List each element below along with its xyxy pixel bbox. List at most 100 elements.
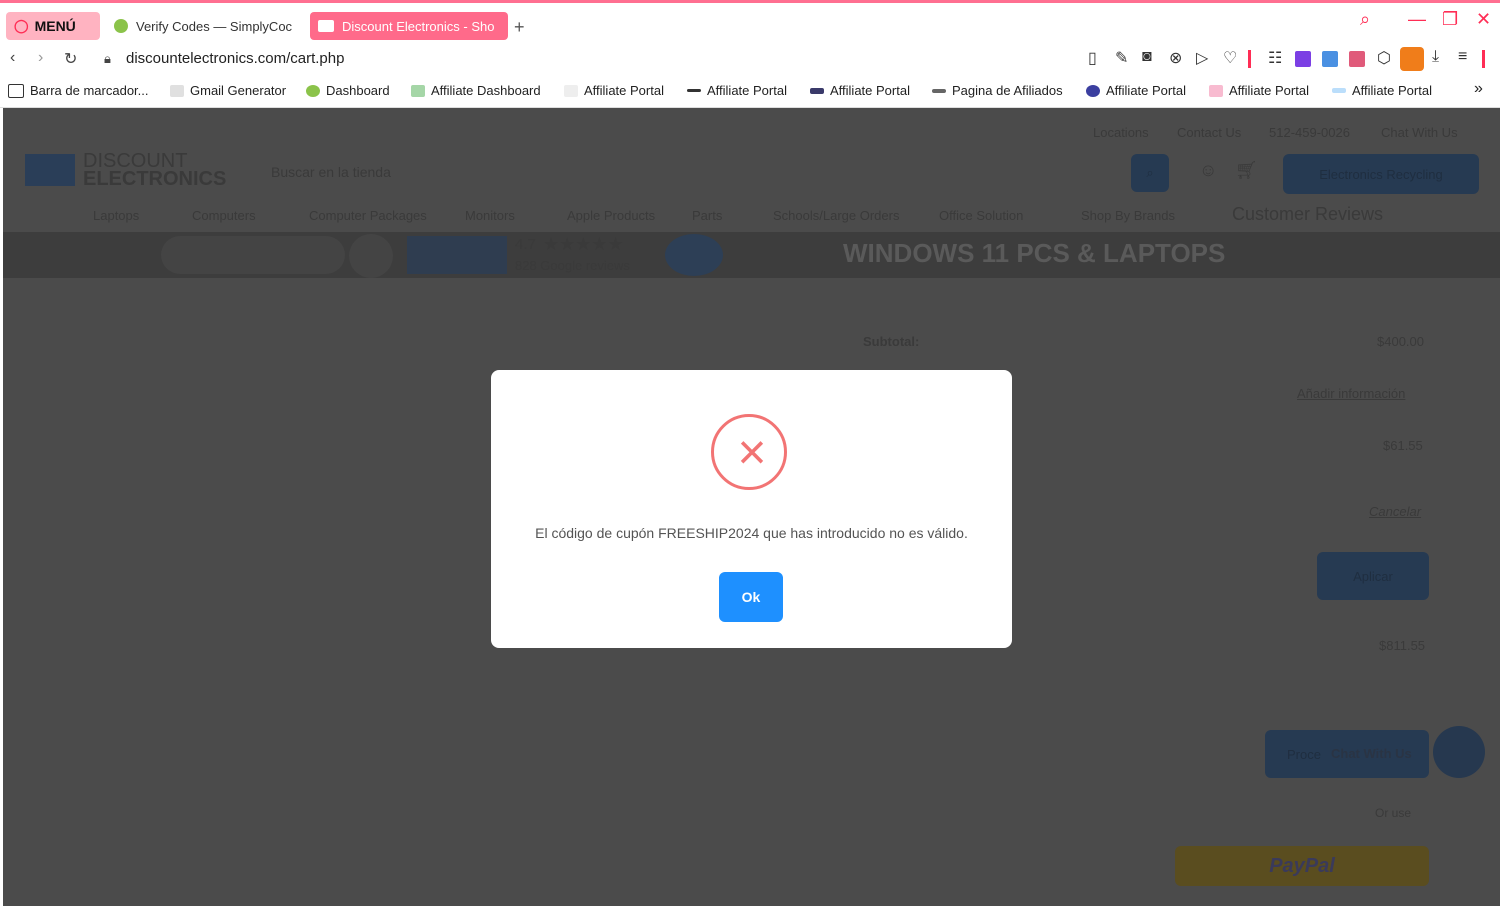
- extension-a-icon[interactable]: [1295, 51, 1311, 67]
- nav-monitors[interactable]: Monitors: [465, 208, 515, 223]
- nav-reviews[interactable]: Customer Reviews: [1232, 204, 1383, 225]
- portal-icon: [1332, 88, 1346, 93]
- tax-value: $61.55: [1383, 438, 1423, 453]
- menu-lines-icon[interactable]: ≡: [1458, 48, 1467, 66]
- camera-icon[interactable]: ◙: [1142, 48, 1152, 66]
- search-button[interactable]: ⌕: [1131, 154, 1169, 192]
- or-use-text: Or use: [1375, 806, 1412, 820]
- chat-link[interactable]: Chat With Us: [1381, 125, 1458, 140]
- nav-office[interactable]: Office Solution: [939, 208, 1023, 223]
- minimize-icon[interactable]: —: [1408, 9, 1426, 30]
- shield-icon[interactable]: ⊗: [1169, 48, 1182, 68]
- address-bar: ‹ › ↻ 🔒︎ discountelectronics.com/cart.ph…: [0, 41, 1500, 77]
- opera-logo-icon: ◯: [14, 18, 29, 33]
- edit-icon[interactable]: ✎: [1115, 48, 1128, 68]
- cube-icon[interactable]: ⬡: [1377, 48, 1391, 68]
- stars-icon: ★★★★★: [543, 234, 624, 254]
- heart-icon[interactable]: ♡: [1223, 48, 1237, 68]
- url-field[interactable]: discountelectronics.com/cart.php: [126, 50, 344, 67]
- account-icon[interactable]: ☺: [1199, 160, 1217, 181]
- error-message: El código de cupón FREESHIP2024 que has …: [535, 525, 968, 541]
- download-icon[interactable]: ⤓: [1432, 48, 1439, 66]
- award-badge: [665, 234, 723, 276]
- portal-icon: [932, 88, 946, 93]
- promo-banner: 4.7 ★★★★★ 828 Google reviews WINDOWS 11 …: [3, 232, 1500, 278]
- nav-schools[interactable]: Schools/Large Orders: [773, 208, 899, 223]
- lock-icon: 🔒︎: [104, 51, 111, 66]
- gmail-icon: [170, 84, 184, 97]
- search-tabs-icon[interactable]: ⌕: [1360, 9, 1370, 30]
- search-input[interactable]: Buscar en la tienda: [271, 164, 391, 180]
- error-x-icon: ×: [737, 424, 767, 480]
- bookmark-item[interactable]: Affiliate Portal: [687, 83, 787, 98]
- nav-brands[interactable]: Shop By Brands: [1081, 208, 1175, 223]
- tab-verify-codes[interactable]: Verify Codes — SimplyCoc: [106, 12, 302, 40]
- apply-button[interactable]: Aplicar: [1317, 552, 1429, 600]
- browser-tab-bar: ◯ MENÚ Verify Codes — SimplyCoc Discount…: [0, 0, 1500, 41]
- folder-icon: [8, 83, 24, 98]
- new-tab-button[interactable]: +: [514, 17, 525, 38]
- portal-icon: [810, 87, 824, 94]
- bookmark-item[interactable]: Affiliate Portal: [1209, 83, 1309, 98]
- proceed-label: Proce: [1287, 746, 1321, 762]
- bookmark-item[interactable]: Affiliate Dashboard: [411, 83, 541, 98]
- add-info-link[interactable]: Añadir información: [1297, 386, 1405, 401]
- maximize-icon[interactable]: ❐: [1442, 9, 1458, 30]
- banner-title: WINDOWS 11 PCS & LAPTOPS: [843, 238, 1226, 268]
- extension-robot-icon[interactable]: [1349, 51, 1365, 67]
- cart-icon[interactable]: 🛒︎: [1235, 160, 1258, 181]
- bookmark-item[interactable]: Barra de marcador...: [8, 83, 149, 98]
- as-seen-on-badge: [161, 236, 345, 274]
- paypal-button[interactable]: PayPal: [1175, 846, 1429, 886]
- ok-button[interactable]: Ok: [719, 572, 783, 622]
- bookmark-item[interactable]: Affiliate Portal: [564, 83, 664, 98]
- bookmarks-bar: Barra de marcador... Gmail Generator Das…: [0, 77, 1500, 108]
- reader-icon[interactable]: ▯: [1088, 48, 1097, 68]
- bookmarks-overflow-icon[interactable]: »: [1474, 80, 1483, 98]
- dashboard-icon: [411, 84, 425, 97]
- simplycodes-icon: [114, 19, 128, 33]
- forward-icon[interactable]: ›: [38, 49, 43, 67]
- phone-link[interactable]: 512-459-0026: [1269, 125, 1350, 140]
- nav-computers[interactable]: Computers: [192, 208, 256, 223]
- nav-apple[interactable]: Apple Products: [567, 208, 655, 223]
- contact-link[interactable]: Contact Us: [1177, 125, 1241, 140]
- portal-icon: [1086, 84, 1100, 97]
- de-favicon-icon: [318, 20, 334, 32]
- reviews-count: 828 Google reviews: [515, 258, 630, 273]
- nav-laptops[interactable]: Laptops: [93, 208, 139, 223]
- nav-packages[interactable]: Computer Packages: [309, 208, 427, 223]
- bookmark-item[interactable]: Affiliate Portal: [1332, 83, 1432, 98]
- recycling-button[interactable]: Electronics Recycling: [1283, 154, 1479, 194]
- divider: [1482, 50, 1485, 68]
- logo-mark: [25, 154, 75, 186]
- divider: [1248, 50, 1251, 68]
- portal-icon: [564, 84, 578, 97]
- bookmark-item[interactable]: Gmail Generator: [170, 83, 286, 98]
- bookmark-item[interactable]: Dashboard: [306, 83, 390, 98]
- tab-active-label: Discount Electronics - Sho: [342, 18, 495, 34]
- tab-verify-label: Verify Codes — SimplyCoc: [136, 18, 293, 34]
- logo-line2: ELECTRONICS: [83, 168, 227, 190]
- profile-avatar[interactable]: [1400, 47, 1424, 71]
- close-window-icon[interactable]: ✕: [1476, 9, 1491, 30]
- simplycodes-icon: [306, 84, 320, 97]
- chat-widget-label[interactable]: Chat With Us: [1331, 746, 1412, 761]
- tab-discount-electronics[interactable]: Discount Electronics - Sho: [310, 12, 508, 40]
- bookmark-item[interactable]: Affiliate Portal: [1086, 83, 1186, 98]
- back-icon[interactable]: ‹: [10, 49, 15, 67]
- nav-parts[interactable]: Parts: [692, 208, 722, 223]
- reload-icon[interactable]: ↻: [64, 49, 77, 69]
- extension-list-icon[interactable]: ☷: [1268, 48, 1282, 68]
- menu-label: MENÚ: [34, 18, 76, 34]
- cancel-link[interactable]: Cancelar: [1369, 504, 1421, 519]
- send-icon[interactable]: ▷: [1196, 48, 1208, 68]
- bookmark-item[interactable]: Pagina de Afiliados: [932, 83, 1063, 98]
- browser-menu-button[interactable]: ◯ MENÚ: [6, 12, 100, 40]
- bookmark-item[interactable]: Affiliate Portal: [810, 83, 910, 98]
- subtotal-value: $400.00: [1377, 334, 1424, 349]
- translate-icon[interactable]: [1322, 51, 1338, 67]
- chat-bubble-icon[interactable]: [1433, 726, 1485, 778]
- locations-link[interactable]: Locations: [1093, 125, 1149, 140]
- coupon-error-dialog: × El código de cupón FREESHIP2024 que ha…: [491, 370, 1012, 648]
